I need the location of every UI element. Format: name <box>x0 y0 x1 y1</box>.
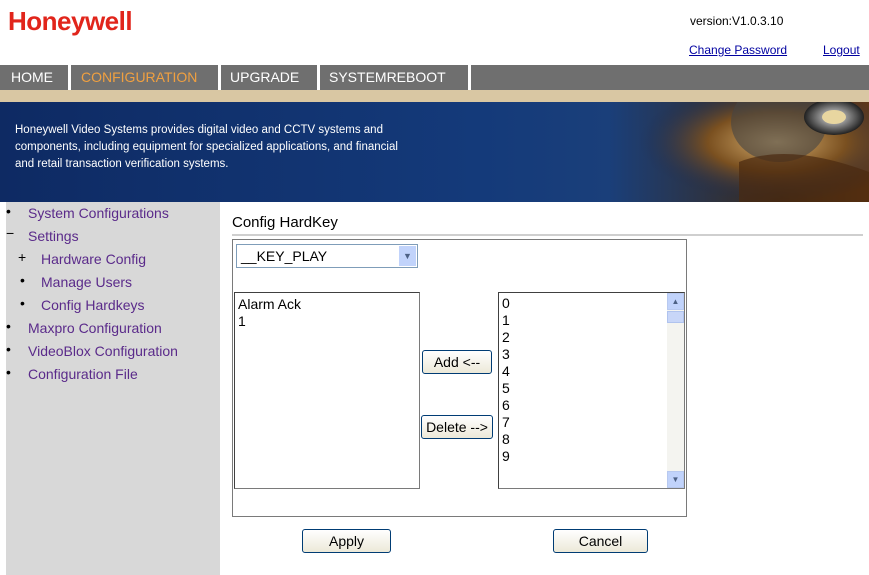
list-item[interactable]: Alarm Ack <box>235 296 419 313</box>
banner-line: and retail transaction verification syst… <box>15 158 229 170</box>
list-item[interactable]: 2 <box>499 329 684 346</box>
scroll-down-icon[interactable]: ▼ <box>667 471 684 488</box>
camera-image <box>639 102 869 202</box>
bullet-icon: • <box>6 318 11 334</box>
tab-configuration[interactable]: CONFIGURATION <box>75 67 203 88</box>
collapse-icon[interactable]: − <box>6 225 14 241</box>
scroll-up-icon[interactable]: ▲ <box>667 293 684 310</box>
sidebar-item-settings[interactable]: Settings <box>28 228 79 244</box>
list-item[interactable]: 9 <box>499 448 684 465</box>
delete-button[interactable]: Delete --> <box>421 415 493 439</box>
banner-line: components, including equipment for spec… <box>15 141 398 153</box>
list-item[interactable]: 1 <box>499 312 684 329</box>
add-button[interactable]: Add <-- <box>422 350 492 374</box>
bullet-icon: • <box>6 203 11 219</box>
tab-upgrade[interactable]: UPGRADE <box>224 67 305 88</box>
key-select-value: __KEY_PLAY <box>241 248 328 264</box>
apply-button[interactable]: Apply <box>302 529 391 553</box>
nav-divider <box>68 65 71 90</box>
list-item[interactable]: 6 <box>499 397 684 414</box>
list-item[interactable]: 4 <box>499 363 684 380</box>
nav-divider <box>317 65 320 90</box>
sidebar-item-system-configurations[interactable]: System Configurations <box>28 205 169 221</box>
banner: Honeywell Video Systems provides digital… <box>0 102 869 202</box>
expand-icon[interactable]: + <box>18 249 26 265</box>
list-item[interactable]: 5 <box>499 380 684 397</box>
logout-link[interactable]: Logout <box>823 43 860 57</box>
version-label: version:V1.0.3.10 <box>690 14 784 28</box>
assigned-list[interactable]: Alarm Ack 1 <box>234 292 420 489</box>
chevron-down-icon[interactable]: ▼ <box>398 246 416 266</box>
sidebar-item-configuration-file[interactable]: Configuration File <box>28 366 138 382</box>
sidebar-item-hardware-config[interactable]: Hardware Config <box>41 251 146 267</box>
list-item[interactable]: 3 <box>499 346 684 363</box>
nav-divider <box>218 65 221 90</box>
scroll-thumb[interactable] <box>667 311 684 323</box>
sidebar-item-maxpro-configuration[interactable]: Maxpro Configuration <box>28 320 162 336</box>
page-title: Config HardKey <box>232 214 338 231</box>
change-password-link[interactable]: Change Password <box>689 43 787 57</box>
cancel-button[interactable]: Cancel <box>553 529 648 553</box>
nav-divider <box>468 65 471 90</box>
scrollbar[interactable]: ▲ ▼ <box>667 293 684 488</box>
list-item[interactable]: 1 <box>235 313 419 330</box>
tab-systemreboot[interactable]: SYSTEMREBOOT <box>323 67 452 88</box>
bullet-icon: • <box>20 295 25 311</box>
sidebar-item-videoblox-configuration[interactable]: VideoBlox Configuration <box>28 343 178 359</box>
tab-home[interactable]: HOME <box>5 67 59 88</box>
list-item[interactable]: 7 <box>499 414 684 431</box>
key-select[interactable]: __KEY_PLAY ▼ <box>236 244 418 268</box>
bullet-icon: • <box>6 341 11 357</box>
sidebar-item-manage-users[interactable]: Manage Users <box>41 274 132 290</box>
available-list[interactable]: 0 1 2 3 4 5 6 7 8 9 ▲ ▼ <box>498 292 685 489</box>
bullet-icon: • <box>6 364 11 380</box>
list-item[interactable]: 8 <box>499 431 684 448</box>
title-divider <box>232 234 863 236</box>
banner-text: Honeywell Video Systems provides digital… <box>15 122 475 173</box>
bullet-icon: • <box>20 272 25 288</box>
banner-line: Honeywell Video Systems provides digital… <box>15 124 383 136</box>
sidebar-item-config-hardkeys[interactable]: Config Hardkeys <box>41 297 145 313</box>
tan-strip <box>0 90 869 102</box>
honeywell-logo: Honeywell <box>8 6 133 36</box>
list-item[interactable]: 0 <box>499 295 684 312</box>
